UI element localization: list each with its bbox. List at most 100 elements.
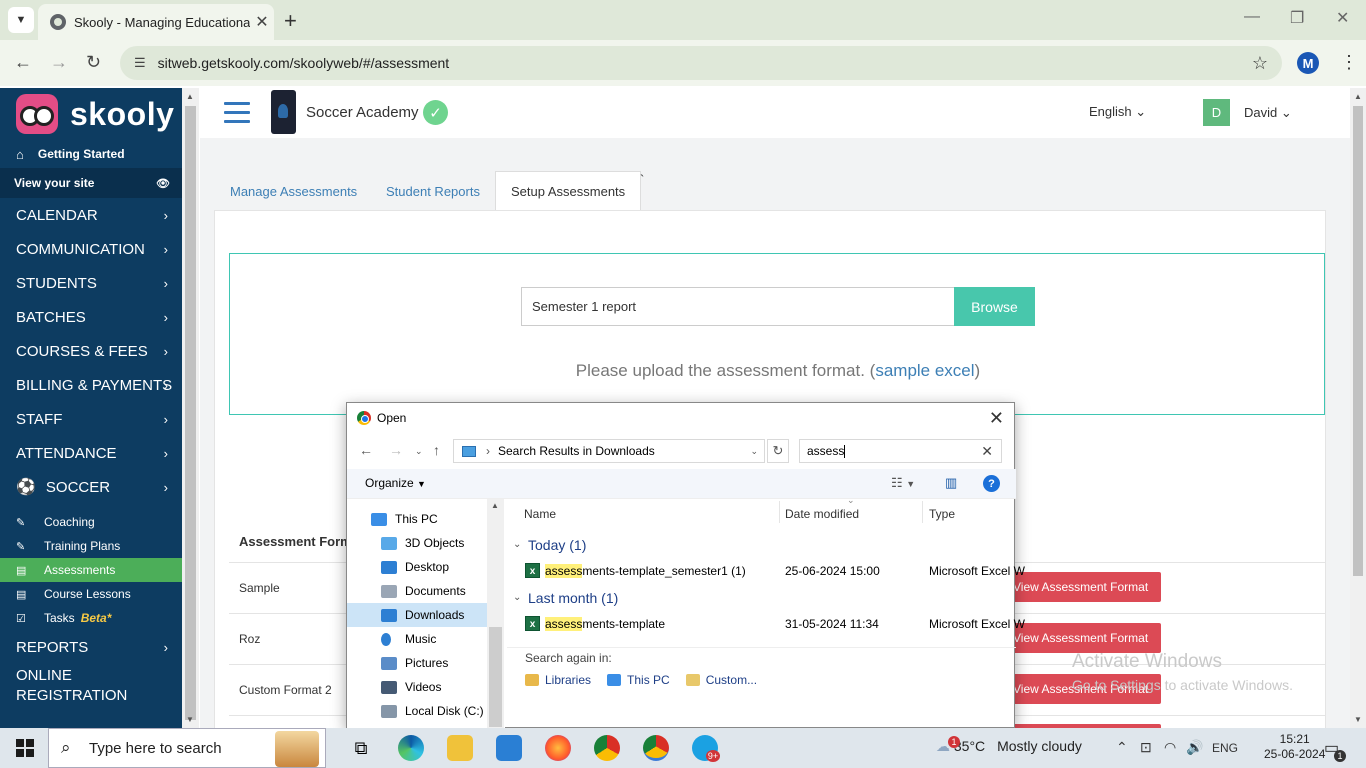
- sidebar-subitem-training-plans[interactable]: ✎ Training Plans: [0, 534, 182, 558]
- browse-button[interactable]: Browse: [954, 287, 1035, 326]
- group-header-last-month[interactable]: ⌄ Last month (1): [507, 584, 1016, 611]
- view-site-link[interactable]: View your site 👁: [0, 168, 182, 198]
- nav-pane-scrollbar[interactable]: ▲: [487, 499, 504, 729]
- column-date-modified[interactable]: Date modified: [785, 507, 859, 521]
- chrome-icon[interactable]: [594, 735, 620, 761]
- tab-manage-assessments[interactable]: Manage Assessments: [230, 171, 357, 211]
- reload-icon[interactable]: ↻: [86, 52, 101, 73]
- sidebar-item-students[interactable]: STUDENTS ›: [0, 266, 182, 300]
- sidebar-item-calendar[interactable]: CALENDAR ›: [0, 198, 182, 232]
- scroll-down-icon[interactable]: ▼: [1354, 715, 1362, 724]
- taskbar-search[interactable]: ⌕ Type here to search: [48, 728, 326, 768]
- page-scrollbar[interactable]: ▲ ▼: [1350, 88, 1366, 728]
- firefox-icon[interactable]: [545, 735, 571, 761]
- chrome-profile-icon[interactable]: [643, 735, 669, 761]
- group-header-today[interactable]: ⌄ Today (1): [507, 531, 1016, 558]
- sidebar-subitem-coaching[interactable]: ✎ Coaching: [0, 510, 182, 534]
- scroll-up-icon[interactable]: ▲: [491, 501, 499, 510]
- search-location-custom[interactable]: Custom...: [706, 673, 757, 687]
- scroll-thumb[interactable]: [1353, 106, 1363, 576]
- column-divider[interactable]: [779, 501, 780, 523]
- sidebar-subitem-course-lessons[interactable]: ▤ Course Lessons: [0, 582, 182, 606]
- tab-student-reports[interactable]: Student Reports: [386, 171, 480, 211]
- new-tab-button[interactable]: +: [284, 8, 297, 34]
- sidebar-item-reports[interactable]: REPORTS ›: [0, 630, 182, 664]
- sidebar-item-getting-started[interactable]: ⌂ Getting Started: [0, 140, 182, 168]
- user-avatar[interactable]: D: [1203, 99, 1230, 126]
- tab-setup-assessments[interactable]: Setup Assessments: [495, 171, 642, 211]
- sidebar-item-courses-fees[interactable]: COURSES & FEES ›: [0, 334, 182, 368]
- column-divider[interactable]: [922, 501, 923, 523]
- sidebar-item-batches[interactable]: BATCHES ›: [0, 300, 182, 334]
- system-clock[interactable]: 15:21 25-06-2024: [1264, 732, 1325, 762]
- tree-item-documents[interactable]: Documents: [347, 579, 505, 603]
- refresh-icon[interactable]: ↻: [767, 439, 789, 463]
- tree-item-pictures[interactable]: Pictures: [347, 651, 505, 675]
- user-menu[interactable]: David ⌄: [1244, 105, 1292, 121]
- bookmark-star-icon[interactable]: ☆: [1252, 53, 1268, 74]
- file-explorer-icon[interactable]: [447, 735, 473, 761]
- back-icon[interactable]: ←: [359, 442, 373, 458]
- search-location-libraries[interactable]: Libraries: [545, 673, 591, 687]
- skooly-logo[interactable]: skooly: [0, 88, 182, 140]
- sidebar-scrollbar[interactable]: ▲ ▼: [182, 88, 199, 728]
- scroll-up-icon[interactable]: ▲: [186, 92, 194, 101]
- mail-icon[interactable]: [496, 735, 522, 761]
- sidebar-item-soccer[interactable]: ⚽ SOCCER ›: [0, 470, 182, 504]
- dialog-search-input[interactable]: assess ✕: [799, 439, 1002, 463]
- help-icon[interactable]: ?: [983, 475, 1000, 492]
- tree-item-3d-objects[interactable]: 3D Objects: [347, 531, 505, 555]
- task-view-icon[interactable]: ⧉: [348, 735, 374, 761]
- tree-item-downloads[interactable]: Downloads: [347, 603, 487, 627]
- edge-icon[interactable]: [398, 735, 424, 761]
- column-name[interactable]: Name: [524, 507, 556, 521]
- search-location-this-pc[interactable]: This PC: [627, 673, 670, 687]
- site-info-icon[interactable]: ☰: [134, 55, 146, 71]
- path-breadcrumb[interactable]: › Search Results in Downloads ⌄: [453, 439, 765, 463]
- close-window-icon[interactable]: ✕: [1336, 8, 1349, 28]
- hamburger-menu-icon[interactable]: [224, 102, 250, 123]
- file-row[interactable]: x assessments-template 31-05-2024 11:34 …: [507, 611, 1025, 637]
- close-icon[interactable]: ✕: [989, 408, 1004, 429]
- show-hidden-icons-icon[interactable]: ⌃: [1116, 739, 1128, 756]
- browser-menu-icon[interactable]: ⋮: [1340, 52, 1358, 73]
- tree-item-videos[interactable]: Videos: [347, 675, 505, 699]
- sample-excel-link[interactable]: sample excel: [875, 361, 974, 380]
- forward-icon[interactable]: →: [389, 442, 403, 458]
- scroll-thumb[interactable]: [185, 106, 196, 720]
- file-row[interactable]: x assessments-template_semester1 (1) 25-…: [507, 558, 1025, 584]
- tree-item-desktop[interactable]: Desktop: [347, 555, 505, 579]
- up-icon[interactable]: ↑: [433, 442, 440, 458]
- scroll-down-icon[interactable]: ▼: [186, 715, 194, 724]
- tab-search-button[interactable]: ▼: [8, 7, 34, 33]
- scroll-up-icon[interactable]: ▲: [1354, 92, 1362, 101]
- sidebar-item-staff[interactable]: STAFF ›: [0, 402, 182, 436]
- minimize-icon[interactable]: —: [1244, 8, 1260, 26]
- recent-dropdown-icon[interactable]: ⌄: [415, 446, 423, 457]
- file-name-input[interactable]: Semester 1 report: [521, 287, 955, 326]
- sidebar-item-communication[interactable]: COMMUNICATION ›: [0, 232, 182, 266]
- meet-now-icon[interactable]: ⊡: [1140, 739, 1152, 756]
- wifi-icon[interactable]: ◠: [1164, 739, 1176, 756]
- volume-icon[interactable]: 🔊: [1186, 739, 1203, 756]
- forward-icon[interactable]: →: [50, 52, 68, 73]
- sidebar-item-billing-payments[interactable]: BILLING & PAYMENTS ›: [0, 368, 182, 402]
- windows-start-icon[interactable]: [16, 739, 34, 757]
- tree-item-local-disk[interactable]: Local Disk (C:): [347, 699, 505, 723]
- tree-item-music[interactable]: Music: [347, 627, 505, 651]
- sidebar-item-attendance[interactable]: ATTENDANCE ›: [0, 436, 182, 470]
- profile-avatar[interactable]: M: [1297, 52, 1319, 74]
- browser-tab[interactable]: Skooly - Managing Educational ✕: [38, 4, 274, 40]
- preview-pane-icon[interactable]: ▥: [945, 475, 957, 491]
- sidebar-subitem-assessments[interactable]: ▤ Assessments: [0, 558, 182, 582]
- scroll-thumb[interactable]: [489, 627, 502, 727]
- organize-button[interactable]: Organize ▼: [365, 476, 426, 490]
- tree-item-this-pc[interactable]: This PC: [347, 507, 505, 531]
- chevron-down-icon[interactable]: ⌄: [750, 446, 758, 457]
- input-language[interactable]: ENG: [1212, 741, 1238, 755]
- change-view-button[interactable]: ☷ ▼: [891, 475, 915, 491]
- sidebar-subitem-tasks[interactable]: ☑ Tasks Beta*: [0, 606, 182, 630]
- tab-close-icon[interactable]: ✕: [250, 12, 274, 32]
- sidebar-item-online-registration[interactable]: ONLINE REGISTRATION: [0, 664, 182, 708]
- clear-search-icon[interactable]: ✕: [981, 443, 993, 460]
